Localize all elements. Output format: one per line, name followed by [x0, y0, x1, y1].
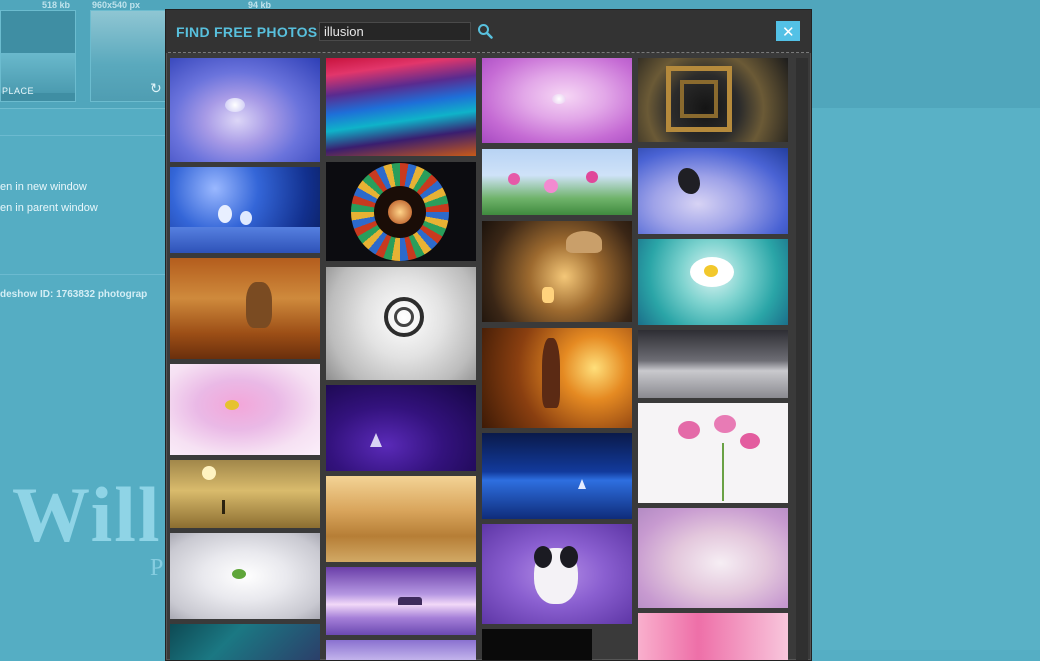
modal-title: FIND FREE PHOTOS [176, 24, 318, 40]
search-input[interactable] [319, 22, 471, 41]
photo-thumbnail[interactable] [638, 403, 788, 503]
close-button[interactable]: ✕ [776, 21, 800, 41]
photo-thumbnail[interactable] [326, 385, 476, 471]
photo-thumbnail[interactable] [170, 258, 320, 359]
scrollbar[interactable] [796, 58, 808, 660]
header-divider [168, 52, 809, 53]
photo-thumbnail[interactable] [170, 167, 320, 253]
place-label: PLACE [2, 86, 35, 96]
photo-thumbnail[interactable] [638, 58, 788, 142]
photo-thumbnail[interactable] [326, 267, 476, 380]
modal-header: FIND FREE PHOTOS ✕ [166, 10, 811, 53]
photo-thumbnail[interactable] [482, 149, 632, 215]
slideshow-id-text: deshow ID: 1763832 photograp [0, 289, 148, 300]
find-photos-modal: FIND FREE PHOTOS ✕ [165, 9, 812, 661]
background-right-panel [812, 108, 1040, 650]
photo-thumbnail[interactable] [326, 162, 476, 261]
photo-thumbnail[interactable] [482, 328, 632, 428]
thumbnail-size: 518 kb [42, 0, 71, 10]
photo-thumbnail[interactable] [638, 330, 788, 398]
photo-thumbnail[interactable] [638, 148, 788, 234]
photo-thumbnail[interactable] [326, 640, 476, 660]
photo-thumbnail[interactable] [638, 508, 788, 608]
open-parent-window-link[interactable]: en in parent window [0, 202, 98, 214]
photo-thumbnail[interactable] [170, 624, 320, 660]
photo-thumbnail[interactable] [170, 58, 320, 162]
refresh-icon[interactable]: ↻ [150, 80, 162, 97]
photo-thumbnail[interactable] [170, 460, 320, 528]
photo-thumbnail[interactable] [170, 364, 320, 455]
photo-thumbnail[interactable] [170, 533, 320, 619]
photo-thumbnail[interactable] [638, 239, 788, 325]
thumbnail-dimensions: 960x540 px [92, 0, 141, 10]
photo-thumbnail[interactable] [326, 567, 476, 635]
photo-thumbnail[interactable] [482, 524, 632, 624]
photo-thumbnail[interactable] [326, 476, 476, 562]
background-subheading: P [150, 555, 164, 581]
search-icon[interactable] [477, 23, 493, 39]
open-new-window-link[interactable]: en in new window [0, 181, 87, 193]
photo-thumbnail[interactable] [482, 433, 632, 519]
background-heading: Will [12, 471, 162, 558]
photo-thumbnail[interactable] [482, 629, 592, 660]
photo-thumbnail[interactable] [482, 58, 632, 143]
photo-thumbnail[interactable] [326, 58, 476, 156]
photo-thumbnail[interactable] [482, 221, 632, 322]
photo-thumbnail[interactable] [638, 613, 788, 660]
